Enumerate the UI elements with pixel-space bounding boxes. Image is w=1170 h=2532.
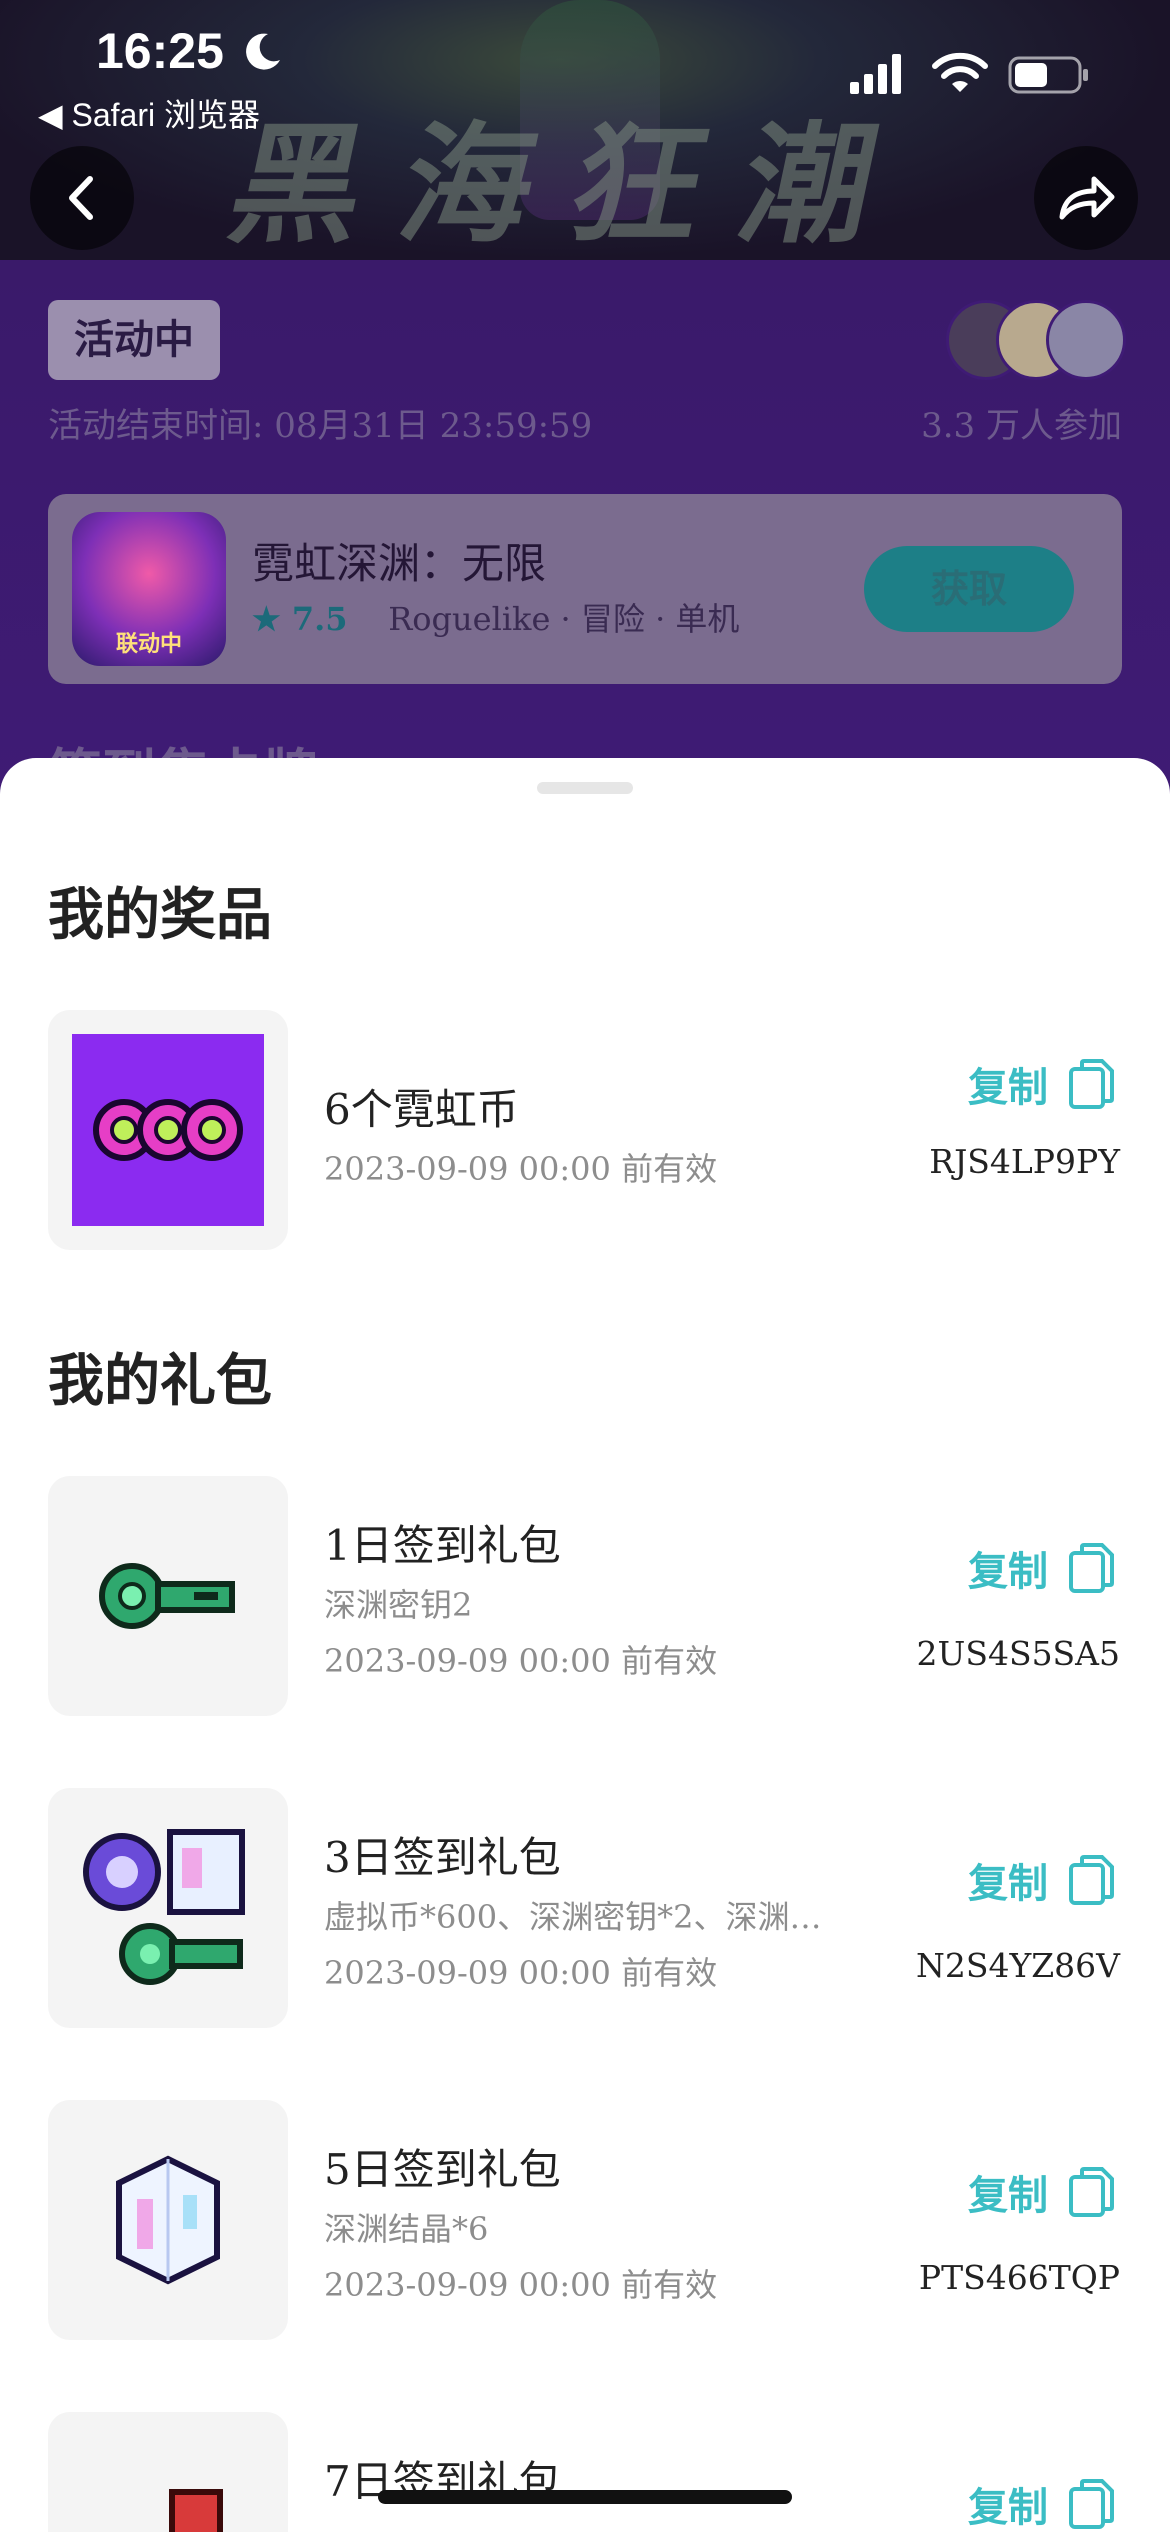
prize-item: 6个霓虹币 2023-09-09 00:00 前有效 复制 RJS4LP9PY: [0, 1010, 1170, 1250]
redeem-code[interactable]: N2S4YZ86V: [916, 1946, 1120, 1985]
gift-title: 1日签到礼包: [324, 1521, 561, 1570]
participant-count: 3.3 万人参加: [921, 406, 1122, 446]
cellular-signal-icon: [850, 54, 901, 94]
moon-icon: [246, 33, 280, 70]
activity-end-time: 活动结束时间: 08月31日 23:59:59: [48, 406, 593, 446]
gift-item: 7日签到礼包 复制: [0, 2412, 1170, 2532]
copy-icon: [1069, 1543, 1114, 1593]
copy-label: 复制: [968, 1861, 1048, 1907]
copy-label: 复制: [968, 1549, 1048, 1595]
copy-button[interactable]: 复制: [968, 1054, 1114, 1114]
gift-item: 5日签到礼包 深渊结晶*6 2023-09-09 00:00 前有效 复制 PT…: [0, 2100, 1170, 2340]
rewards-sheet: 我的奖品 6个霓虹币 2023-09-09 00:00 前有效 复制 RJS4L…: [0, 758, 1170, 2532]
copy-icon: [1069, 1855, 1114, 1905]
share-arrow-icon: [1059, 176, 1115, 220]
copy-label: 复制: [968, 2173, 1048, 2219]
gift-item: 1日签到礼包 深渊密钥2 2023-09-09 00:00 前有效 复制 2US…: [0, 1476, 1170, 1716]
copy-button[interactable]: 复制: [968, 2474, 1114, 2532]
home-indicator[interactable]: [378, 2490, 792, 2504]
redeem-code[interactable]: RJS4LP9PY: [929, 1142, 1120, 1181]
gift-description: 深渊密钥2: [324, 1586, 473, 1624]
gift-item: 3日签到礼包 虚拟币*600、深渊密钥*2、深渊… 2023-09-09 00:…: [0, 1788, 1170, 2028]
game-rating: ★ 7.5: [252, 600, 348, 638]
chevron-left-icon: [69, 176, 93, 220]
copy-label: 复制: [968, 2485, 1048, 2531]
back-to-safari-link[interactable]: ◀ Safari 浏览器: [38, 90, 260, 136]
gifts-section-title: 我的礼包: [48, 1349, 272, 1414]
prize-title: 6个霓虹币: [324, 1085, 519, 1134]
gift-expiry: 2023-09-09 00:00 前有效: [324, 1954, 718, 1992]
copy-button[interactable]: 复制: [968, 1850, 1114, 1910]
copy-icon: [1069, 1059, 1114, 1109]
copy-button[interactable]: 复制: [968, 1538, 1114, 1598]
gift-thumbnail: [48, 2100, 288, 2340]
copy-button[interactable]: 复制: [968, 2162, 1114, 2222]
copy-icon: [1069, 2167, 1114, 2217]
redeem-code[interactable]: 2US4S5SA5: [917, 1634, 1120, 1673]
gift-thumbnail: [48, 2412, 288, 2532]
sheet-drag-handle[interactable]: [537, 782, 633, 794]
gift-bundle-icon: [83, 1829, 245, 1985]
activity-status-badge: 活动中: [48, 300, 220, 380]
copy-label: 复制: [968, 1065, 1048, 1111]
neon-coins-icon: [72, 1034, 264, 1226]
game-name: 霓虹深渊：无限: [252, 539, 547, 588]
background-page: 黑海狂潮 16:25 ◀ Safari 浏览器 活动中 活动结束时间: 08月3…: [0, 0, 1170, 800]
game-icon: 联动中: [72, 512, 226, 666]
gift-bundle-icon: [169, 2489, 223, 2532]
gift-title: 3日签到礼包: [324, 1833, 561, 1882]
gift-expiry: 2023-09-09 00:00 前有效: [324, 1642, 718, 1680]
gift-expiry: 2023-09-09 00:00 前有效: [324, 2266, 718, 2304]
participant-avatars: [946, 300, 1126, 380]
gift-thumbnail: [48, 1788, 288, 2028]
prizes-section-title: 我的奖品: [48, 883, 272, 948]
banner-title: 黑海狂潮: [217, 109, 930, 261]
get-game-button[interactable]: 获取: [864, 546, 1074, 632]
gift-description: 虚拟币*600、深渊密钥*2、深渊…: [324, 1898, 822, 1936]
gift-description: 深渊结晶*6: [324, 2210, 489, 2248]
abyss-key-icon: [99, 1563, 235, 1629]
status-time: 16:25: [96, 23, 224, 79]
prize-expiry: 2023-09-09 00:00 前有效: [324, 1150, 718, 1188]
share-button[interactable]: [1034, 146, 1138, 250]
prize-thumbnail: [48, 1010, 288, 1250]
game-icon-tag: 联动中: [115, 632, 182, 657]
wifi-icon: [932, 52, 988, 92]
game-tags: Roguelike · 冒险 · 单机: [388, 600, 740, 638]
battery-icon: [1008, 56, 1088, 94]
gift-thumbnail: [48, 1476, 288, 1716]
avatar: [1046, 300, 1126, 380]
copy-icon: [1069, 2479, 1114, 2529]
redeem-code[interactable]: PTS466TQP: [919, 2258, 1120, 2297]
back-button[interactable]: [30, 146, 134, 250]
gift-title: 5日签到礼包: [324, 2145, 561, 2194]
abyss-crystal-icon: [116, 2155, 220, 2285]
game-meta: ★ 7.5 Roguelike · 冒险 · 单机: [252, 594, 739, 640]
game-card[interactable]: 联动中 霓虹深渊：无限 ★ 7.5 Roguelike · 冒险 · 单机 获取: [48, 494, 1122, 684]
